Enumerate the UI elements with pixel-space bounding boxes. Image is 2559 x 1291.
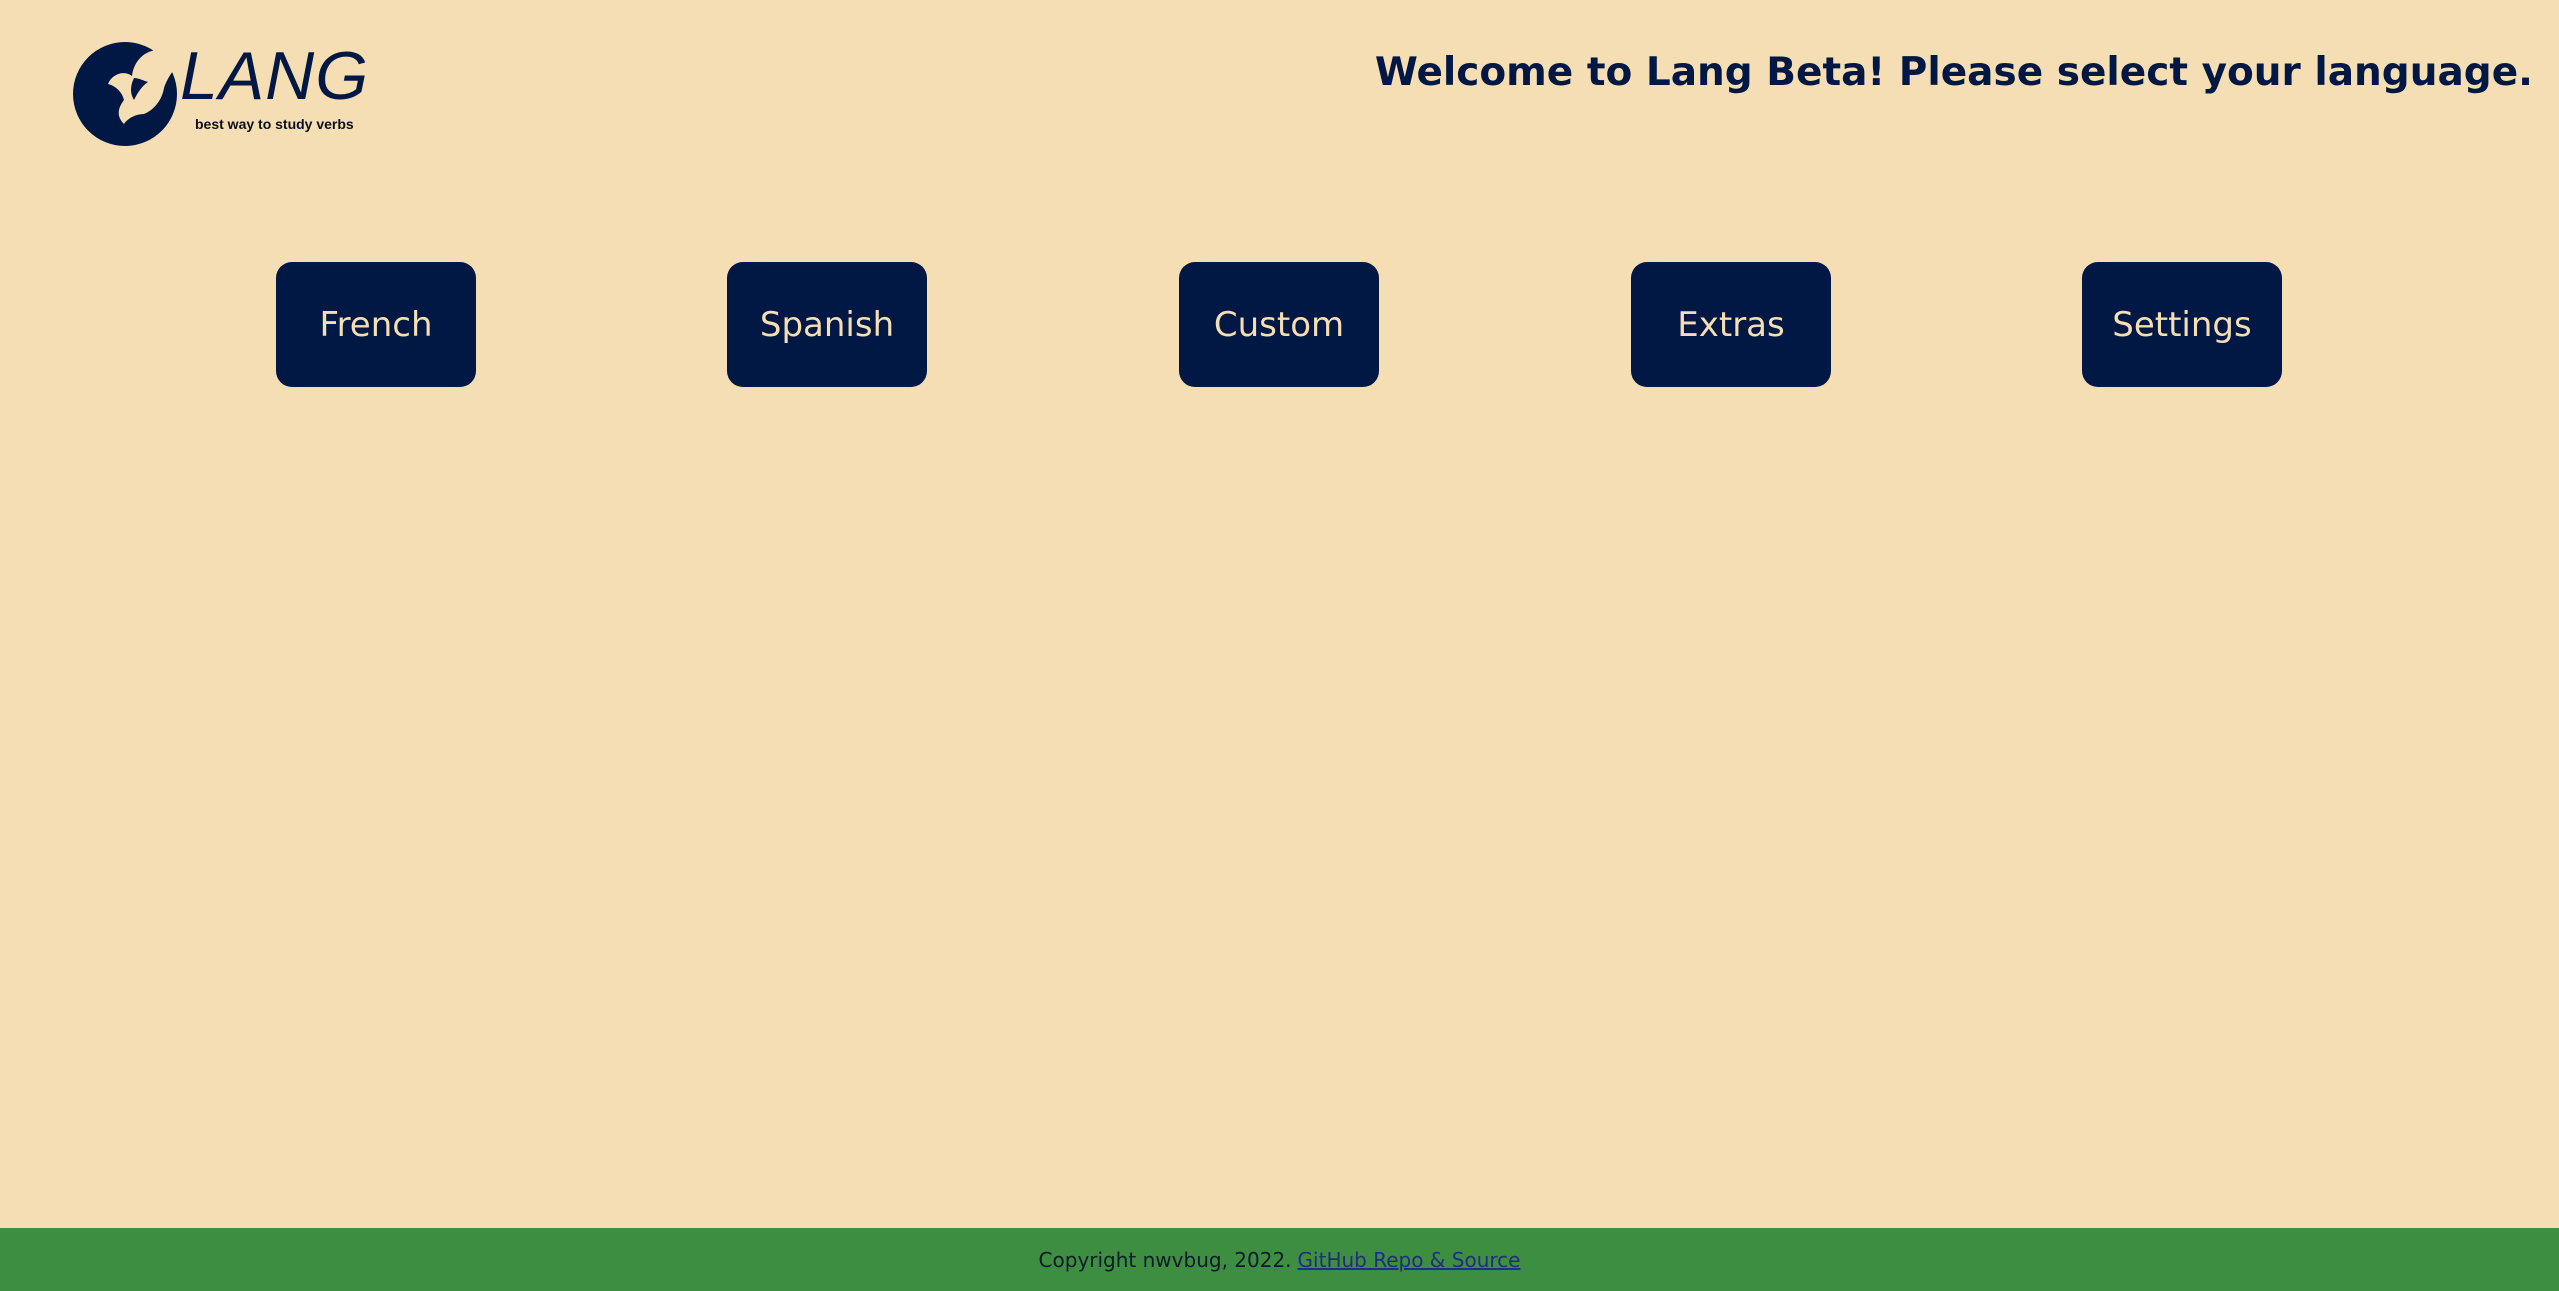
welcome-heading: Welcome to Lang Beta! Please select your… xyxy=(1374,50,2533,95)
footer-copyright: Copyright nwvbug, 2022. xyxy=(1038,1247,1292,1272)
brand-name: LANG xyxy=(180,38,370,114)
settings-button[interactable]: Settings xyxy=(2082,262,2282,387)
crescent-bird-logo-icon xyxy=(73,42,182,146)
spanish-button[interactable]: Spanish xyxy=(727,262,927,387)
french-button[interactable]: French xyxy=(276,262,476,387)
github-repo-link[interactable]: GitHub Repo & Source xyxy=(1298,1248,1521,1272)
brand-logo[interactable]: LANG best way to study verbs xyxy=(72,38,372,150)
extras-button[interactable]: Extras xyxy=(1631,262,1831,387)
custom-button[interactable]: Custom xyxy=(1179,262,1379,387)
page: LANG best way to study verbs Welcome to … xyxy=(0,0,2559,1291)
brand-tagline: best way to study verbs xyxy=(195,116,354,132)
footer: Copyright nwvbug, 2022. GitHub Repo & So… xyxy=(0,1228,2559,1291)
